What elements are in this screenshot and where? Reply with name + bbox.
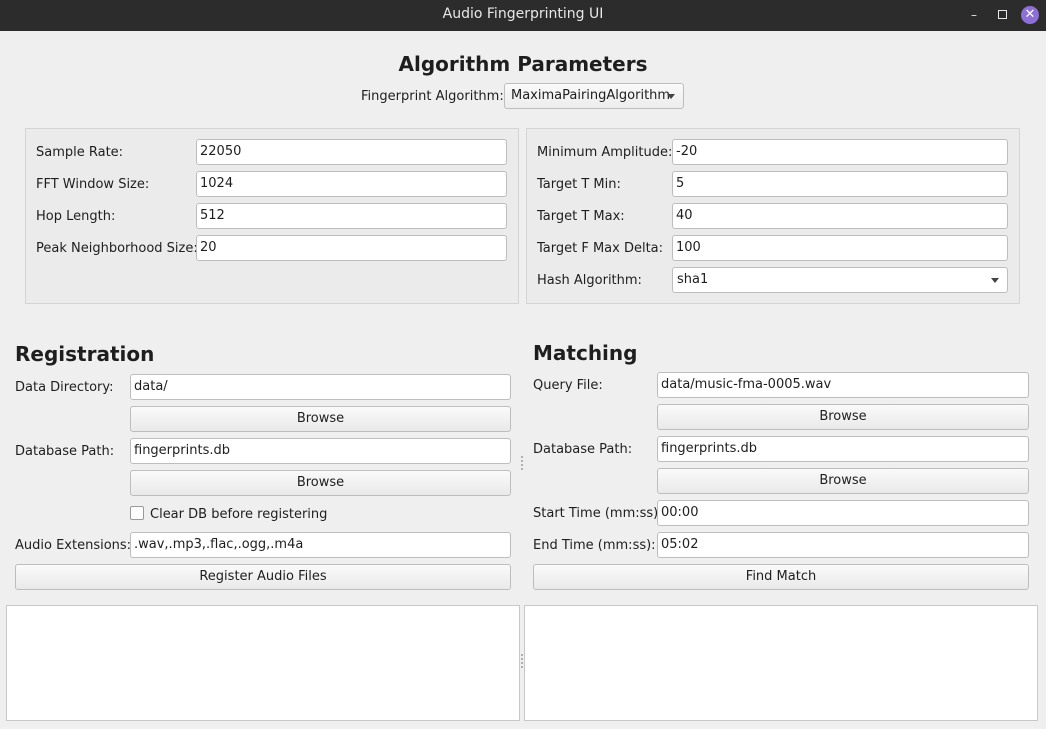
chevron-down-icon [667, 94, 675, 99]
window-title: Audio Fingerprinting UI [442, 6, 604, 22]
browse-matching-db-button[interactable]: Browse [657, 468, 1029, 494]
hash-algorithm-select[interactable]: sha1 [672, 267, 1008, 293]
matching-output-log[interactable] [524, 605, 1038, 721]
register-audio-files-button[interactable]: Register Audio Files [15, 564, 511, 590]
audio-extensions-label: Audio Extensions: [15, 538, 132, 553]
end-time-input[interactable]: 05:02 [657, 532, 1029, 558]
algorithm-label: Fingerprint Algorithm: [361, 89, 504, 104]
title-bar: Audio Fingerprinting UI – ✕ [0, 0, 1046, 31]
query-file-input[interactable]: data/music-fma-0005.wav [657, 372, 1029, 398]
target-t-max-label: Target T Max: [537, 209, 625, 224]
target-t-max-input[interactable]: 40 [672, 203, 1008, 229]
matching-db-input[interactable]: fingerprints.db [657, 436, 1029, 462]
registration-output-log[interactable] [6, 605, 520, 721]
browse-data-directory-button[interactable]: Browse [130, 406, 511, 432]
browse-registration-db-button[interactable]: Browse [130, 470, 511, 496]
chevron-down-icon [991, 278, 999, 283]
data-directory-input[interactable]: data/ [130, 374, 511, 400]
start-time-input[interactable]: 00:00 [657, 500, 1029, 526]
splitter-handle-top[interactable] [521, 456, 523, 472]
fft-window-input[interactable]: 1024 [196, 171, 507, 197]
registration-db-label: Database Path: [15, 444, 115, 459]
splitter-handle-bottom[interactable] [521, 654, 523, 670]
algorithm-select[interactable]: MaximaPairingAlgorithm [504, 83, 684, 109]
data-directory-label: Data Directory: [15, 380, 114, 395]
close-icon[interactable]: ✕ [1021, 6, 1039, 24]
clear-db-checkbox[interactable] [130, 506, 144, 520]
algorithm-select-value: MaximaPairingAlgorithm [511, 88, 671, 103]
hash-algorithm-label: Hash Algorithm: [537, 273, 642, 288]
browse-query-file-button[interactable]: Browse [657, 404, 1029, 430]
hash-algorithm-value: sha1 [677, 272, 709, 287]
maximize-icon[interactable] [993, 6, 1011, 24]
target-f-max-delta-input[interactable]: 100 [672, 235, 1008, 261]
target-f-max-delta-label: Target F Max Delta: [537, 241, 664, 256]
matching-db-label: Database Path: [533, 442, 633, 457]
find-match-button[interactable]: Find Match [533, 564, 1029, 590]
matching-heading: Matching [533, 341, 638, 365]
target-t-min-label: Target T Min: [537, 177, 621, 192]
registration-db-input[interactable]: fingerprints.db [130, 438, 511, 464]
peak-neighborhood-input[interactable]: 20 [196, 235, 507, 261]
start-time-label: Start Time (mm:ss): [533, 506, 663, 521]
audio-extensions-input[interactable]: .wav,.mp3,.flac,.ogg,.m4a [130, 532, 511, 558]
sample-rate-input[interactable]: 22050 [196, 139, 507, 165]
registration-heading: Registration [15, 342, 155, 366]
minimize-icon[interactable]: – [965, 6, 983, 24]
clear-db-label: Clear DB before registering [150, 507, 328, 522]
end-time-label: End Time (mm:ss): [533, 538, 656, 553]
min-amplitude-label: Minimum Amplitude: [537, 145, 673, 160]
hop-length-input[interactable]: 512 [196, 203, 507, 229]
hop-length-label: Hop Length: [36, 209, 116, 224]
min-amplitude-input[interactable]: -20 [672, 139, 1008, 165]
target-t-min-input[interactable]: 5 [672, 171, 1008, 197]
query-file-label: Query File: [533, 378, 603, 393]
sample-rate-label: Sample Rate: [36, 145, 124, 160]
params-heading: Algorithm Parameters [398, 52, 648, 76]
peak-neighborhood-label: Peak Neighborhood Size: [36, 241, 198, 256]
fft-window-label: FFT Window Size: [36, 177, 150, 192]
